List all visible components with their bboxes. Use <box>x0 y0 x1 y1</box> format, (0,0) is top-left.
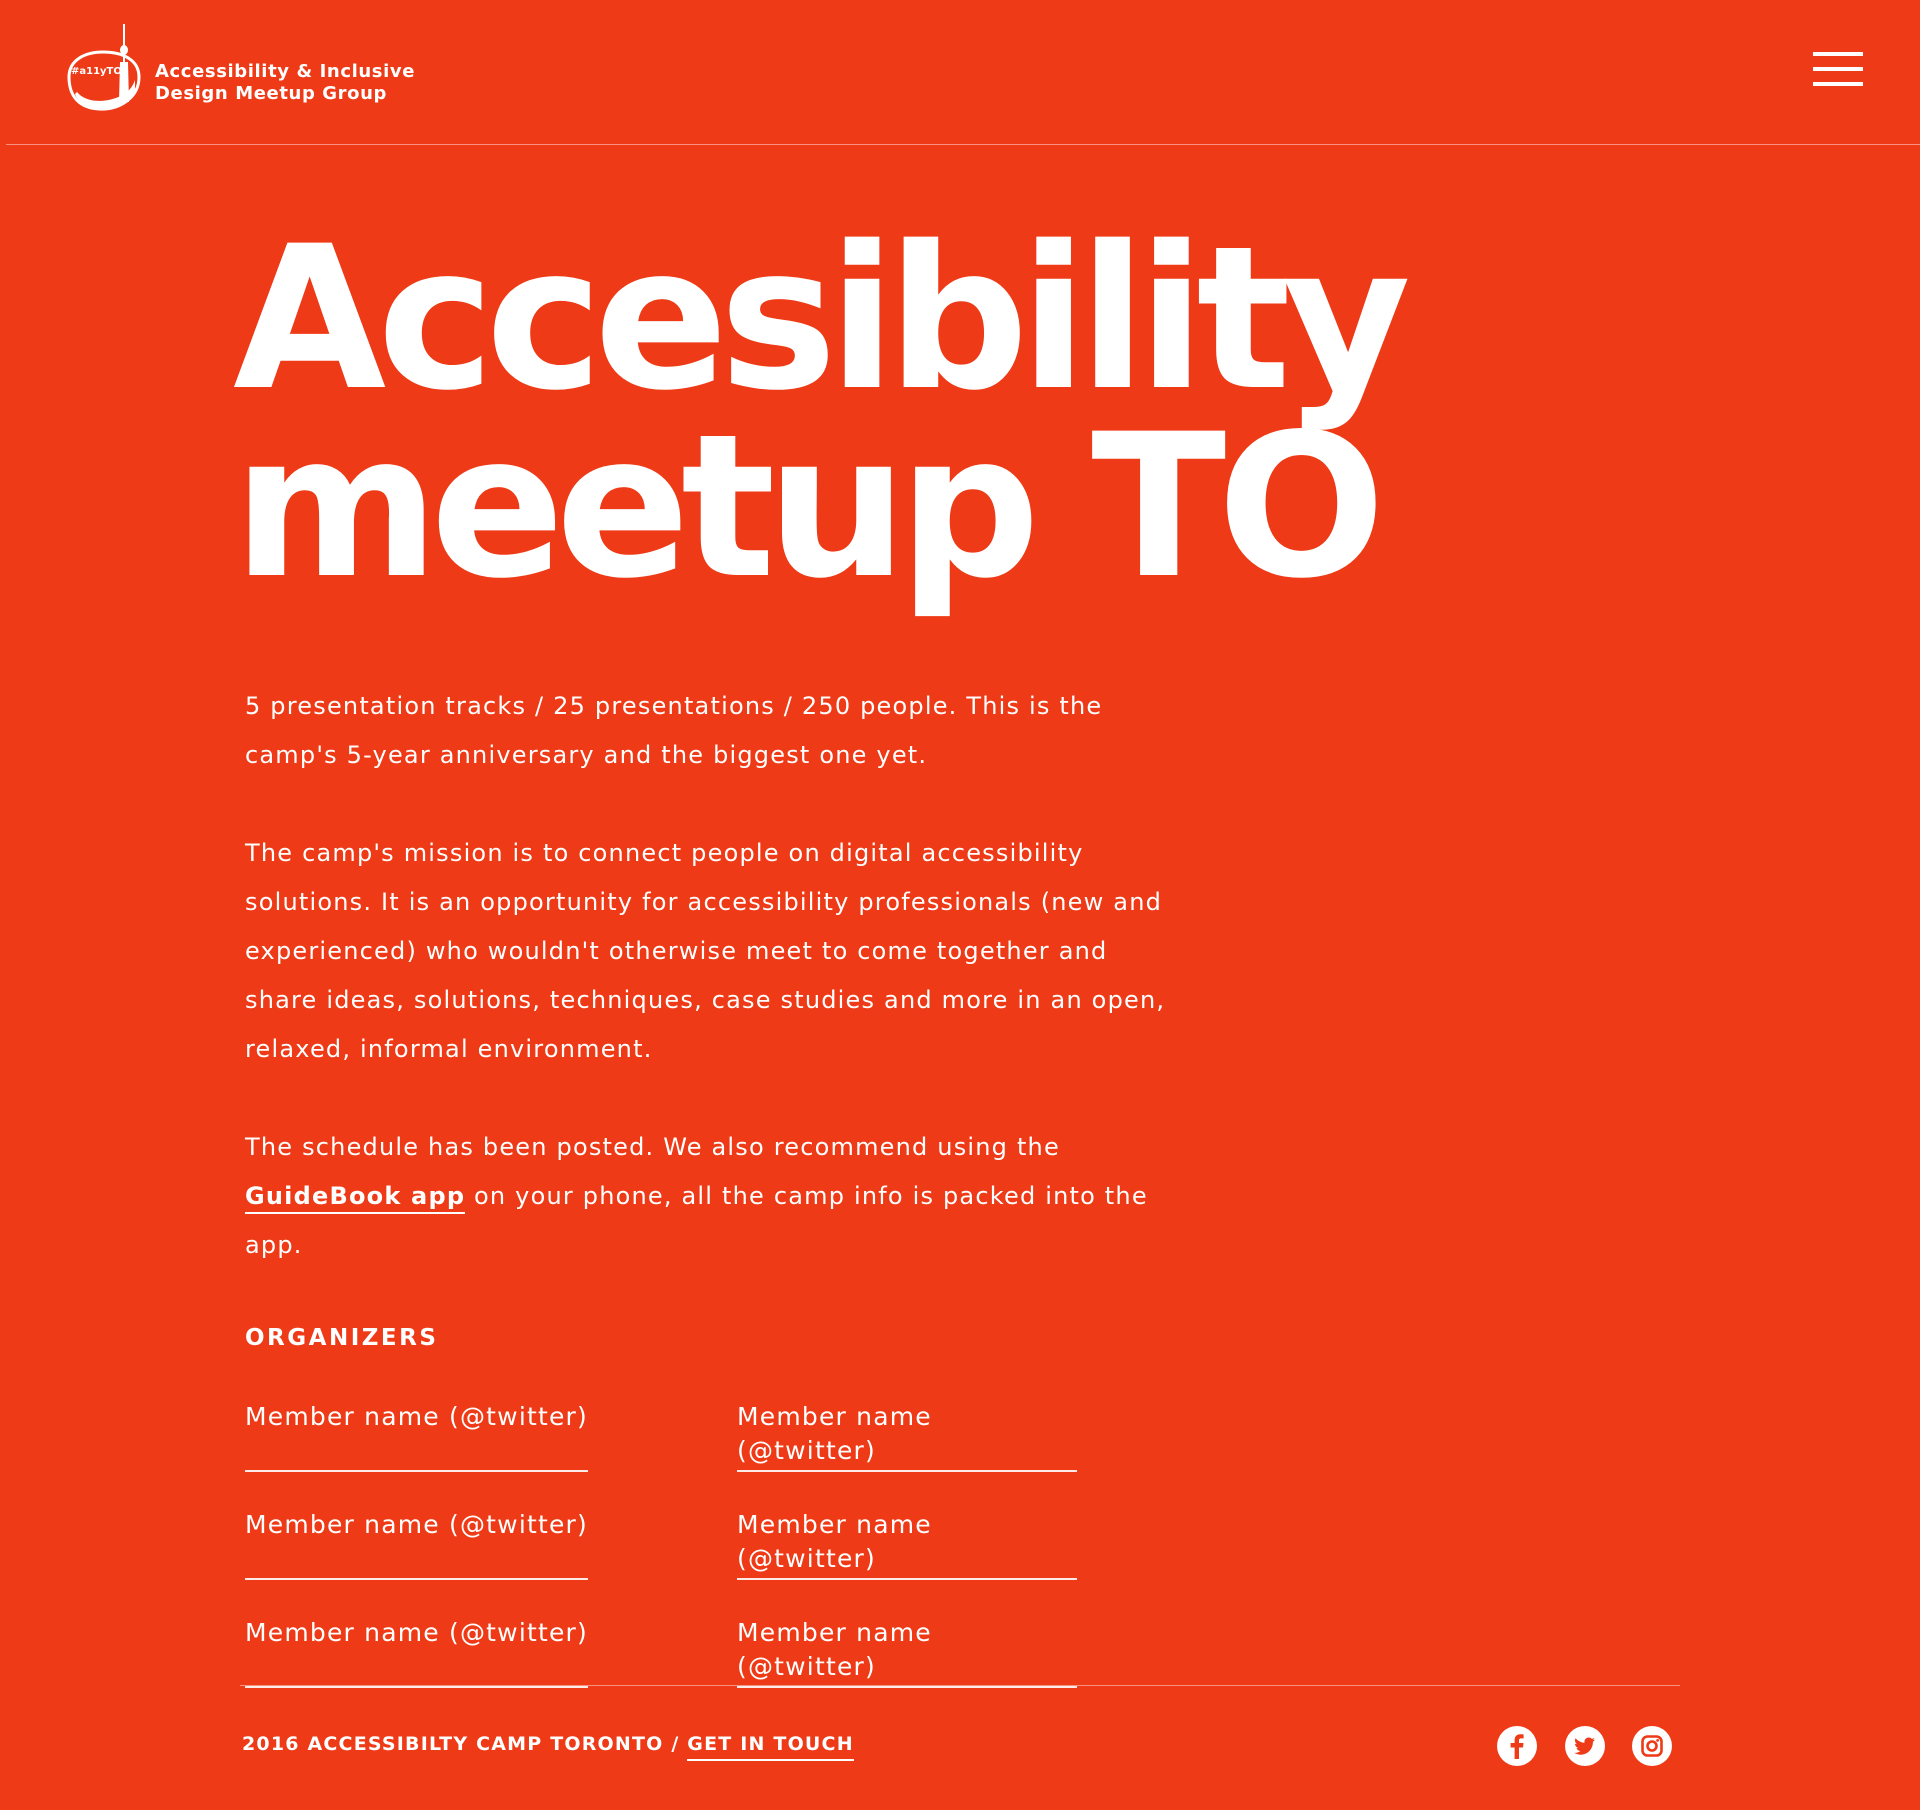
header-divider <box>6 144 1920 145</box>
organizer-link[interactable]: Member name (@twitter) <box>737 1400 1077 1472</box>
site-logo[interactable]: #a11yTO <box>59 22 147 114</box>
brand-line-2: Design Meetup Group <box>155 83 388 104</box>
title-line-2: meetup TO <box>233 391 1386 622</box>
copyright-text: 2016 ACCESSIBILTY CAMP TORONTO / <box>242 1733 688 1755</box>
site-header: #a11yTO Accessibility & Inclusive Design… <box>0 0 1920 145</box>
intro-paragraph-2: The camp's mission is to connect people … <box>245 839 1166 1063</box>
facebook-icon[interactable] <box>1497 1726 1537 1766</box>
svg-text:#a11yTO: #a11yTO <box>71 66 122 77</box>
organizer-link[interactable]: Member name (@twitter) <box>245 1400 588 1472</box>
page-title: Accesibility meetup TO <box>233 203 1411 622</box>
brand-line-1: Accessibility & Inclusive <box>155 61 416 82</box>
intro-paragraph-3: The schedule has been posted. We also re… <box>245 1123 1175 1270</box>
paragraph-3-before: The schedule has been posted. We also re… <box>245 1133 1060 1161</box>
instagram-icon[interactable] <box>1632 1726 1672 1766</box>
brand-name: Accessibility & Inclusive Design Meetup … <box>155 61 415 105</box>
organizer-link[interactable]: Member name (@twitter) <box>245 1616 588 1688</box>
get-in-touch-link[interactable]: GET IN TOUCH <box>687 1733 854 1761</box>
guidebook-app-link[interactable]: GuideBook app <box>245 1182 466 1214</box>
cn-tower-logo-icon: #a11yTO <box>67 24 141 111</box>
title-line-1: Accesibility <box>233 203 1411 434</box>
footer-copyright: 2016 ACCESSIBILTY CAMP TORONTO / GET IN … <box>242 1733 854 1761</box>
footer-divider <box>240 1685 1680 1686</box>
intro-content: 5 presentation tracks / 25 presentations… <box>245 682 1175 1319</box>
organizers-list: Member name (@twitter) Member name (@twi… <box>245 1400 1077 1688</box>
organizers-heading: ORGANIZERS <box>245 1325 439 1351</box>
intro-paragraph-1: 5 presentation tracks / 25 presentations… <box>245 692 1103 769</box>
organizer-link[interactable]: Member name (@twitter) <box>737 1616 1077 1688</box>
organizer-link[interactable]: Member name (@twitter) <box>245 1508 588 1580</box>
hamburger-menu-icon[interactable] <box>1813 50 1867 90</box>
twitter-icon[interactable] <box>1565 1726 1605 1766</box>
organizer-link[interactable]: Member name (@twitter) <box>737 1508 1077 1580</box>
